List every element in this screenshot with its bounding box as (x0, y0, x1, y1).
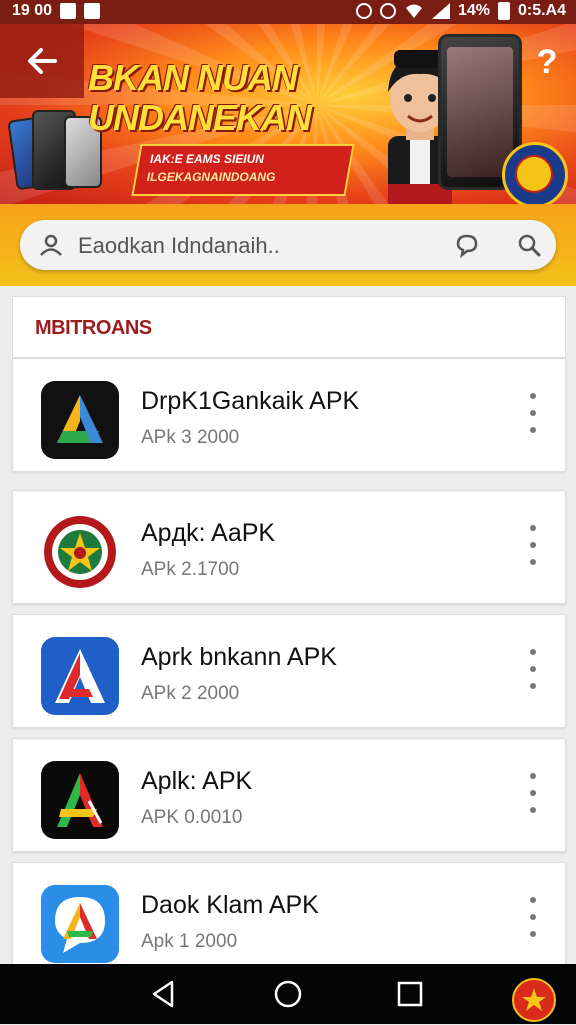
banner-headline-line2: UNDANEKAN (88, 97, 312, 138)
app-name: Daok Klam APK (141, 891, 319, 919)
navigation-bar (0, 964, 576, 1024)
more-options-button[interactable] (527, 525, 539, 565)
wifi-icon (405, 4, 422, 18)
status-clock: 0:5.A4 (517, 2, 566, 19)
floating-assistant-icon[interactable] (512, 978, 556, 1022)
app-name: DrpK1Gankaik APK (141, 387, 360, 415)
app-list: MBITROANS DrpK1Gankaik APK APk 3 2000 Ap… (0, 286, 576, 964)
a-arrow-icon (41, 381, 119, 459)
more-options-button[interactable] (527, 773, 539, 813)
app-list-item[interactable]: Daok Klam APK Apk 1 2000 (12, 862, 566, 964)
nav-home-icon[interactable] (272, 978, 304, 1010)
search-icon[interactable] (516, 232, 542, 258)
app-name: Aprk bnkann APK (141, 643, 337, 671)
seal-emblem (502, 142, 568, 204)
help-button[interactable]: ? (532, 42, 562, 82)
banner-headline-line1: BKAN NUAN (88, 57, 298, 98)
app-meta: Apk 1 2000 (141, 931, 238, 952)
search-area (0, 204, 576, 286)
app-list-item[interactable]: Aprk bnkann APK APk 2 2000 (12, 614, 566, 728)
emblem-icon (41, 513, 119, 591)
banner-ribbon-line2: ILGEKAGNAINDOANG (146, 170, 276, 184)
search-bar[interactable] (20, 220, 556, 270)
nav-recents-icon[interactable] (394, 978, 426, 1010)
section-header: MBITROANS (12, 296, 566, 358)
back-button[interactable] (0, 24, 84, 98)
app-name: Apдk: AaPK (141, 519, 276, 547)
promo-banner: BKAN NUAN UNDANEKAN IAK:E EAMS SIEIUN IL… (0, 24, 576, 204)
banner-ribbon: IAK:E EAMS SIEIUN ILGEKAGNAINDOANG (131, 144, 355, 196)
notification-icon (60, 3, 77, 19)
app-meta: APk 2 2000 (141, 683, 240, 704)
more-options-button[interactable] (527, 897, 539, 937)
banner-headline: BKAN NUAN UNDANEKAN (88, 58, 358, 138)
back-arrow-icon (28, 48, 57, 74)
app-list-item[interactable]: Apдk: AaPK APk 2.1700 (12, 490, 566, 604)
app-meta: APK 0.0010 (141, 807, 243, 828)
image-notification-icon (84, 3, 101, 19)
section-title: MBITROANS (35, 317, 152, 339)
vibrate-icon (379, 3, 396, 19)
nav-back-icon[interactable] (148, 978, 180, 1010)
battery-icon (497, 2, 510, 20)
red-a-icon (41, 637, 119, 715)
status-bar: 19 00 14% 0:5.A4 (0, 0, 576, 24)
status-time: 19 00 (12, 2, 53, 19)
app-meta: APk 3 2000 (141, 427, 240, 448)
more-options-button[interactable] (527, 393, 539, 433)
app-meta: APk 2.1700 (141, 559, 240, 580)
chat-icon[interactable] (454, 232, 480, 258)
app-list-item[interactable]: DrpK1Gankaik APK APk 3 2000 (12, 358, 566, 472)
user-icon (40, 234, 62, 256)
battery-percent: 14% (457, 2, 490, 19)
more-options-button[interactable] (527, 649, 539, 689)
chat-bubble-icon (41, 885, 119, 963)
dark-a-icon (41, 761, 119, 839)
search-input[interactable] (76, 228, 440, 264)
banner-ribbon-line1: IAK:E EAMS SIEIUN (149, 152, 264, 166)
banner-phones-illustration (6, 110, 102, 200)
app-list-item[interactable]: Aplk: APK APK 0.0010 (12, 738, 566, 852)
app-name: Aplk: APK (141, 767, 253, 795)
signal-icon (431, 3, 450, 19)
alarm-icon (355, 3, 372, 19)
